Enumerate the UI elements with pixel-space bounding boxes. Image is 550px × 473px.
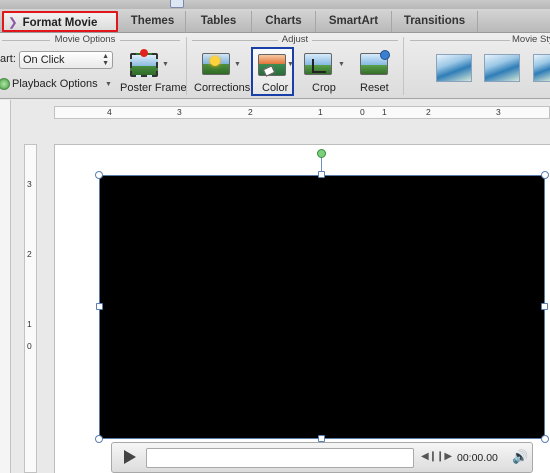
reset-label: Reset — [360, 82, 389, 94]
reset-button[interactable]: Reset — [354, 47, 394, 97]
poster-frame-label: Poster Frame — [120, 82, 187, 94]
crop-button[interactable]: ▼ Crop — [300, 47, 346, 97]
chevron-down-icon[interactable]: ▼ — [338, 61, 345, 68]
movie-style-thumb[interactable] — [436, 54, 472, 82]
playback-options-button[interactable]: Playback Options — [12, 78, 98, 90]
corrections-button[interactable]: ▼ Corrections — [192, 47, 251, 97]
left-pane-edge[interactable] — [0, 100, 11, 473]
resize-handle-bottom-left[interactable] — [95, 435, 103, 443]
ruler-label: 2 — [27, 249, 32, 259]
resize-handle-top-left[interactable] — [95, 171, 103, 179]
toolbar-icon[interactable] — [170, 0, 184, 8]
tab-themes[interactable]: Themes — [120, 11, 186, 32]
tab-label: SmartArt — [328, 15, 379, 27]
group-separator — [403, 37, 404, 95]
play-circle-icon — [0, 78, 10, 90]
ruler-label: 1 — [318, 107, 323, 117]
tab-label: Tables — [200, 15, 237, 27]
ruler-label: 2 — [426, 107, 431, 117]
start-select[interactable]: On Click ▲ ▼ — [19, 51, 113, 69]
tab-label: Charts — [265, 15, 302, 27]
group-title-movie-options: Movie Options — [54, 34, 116, 45]
volume-icon[interactable]: 🔊 — [512, 449, 528, 465]
playback-time: 00:00.00 — [457, 452, 498, 464]
horizontal-ruler: 4 3 2 1 0 1 2 3 — [54, 106, 550, 119]
ruler-label: 2 — [248, 107, 253, 117]
movie-style-thumb[interactable] — [533, 54, 550, 82]
group-title-line — [312, 40, 398, 41]
crop-label: Crop — [312, 82, 336, 94]
ruler-label: 1 — [382, 107, 387, 117]
pin-icon — [140, 49, 148, 57]
group-title-line — [192, 40, 278, 41]
ruler-label: 3 — [27, 179, 32, 189]
tab-format-movie[interactable]: ❯ Format Movie — [2, 11, 118, 32]
chevron-down-icon[interactable]: ▼ — [287, 61, 294, 68]
tab-smartart[interactable]: SmartArt — [316, 11, 392, 32]
color-button[interactable]: ▼ Color — [251, 47, 294, 96]
group-title-adjust: Adjust — [281, 34, 309, 45]
group-title-line — [410, 40, 510, 41]
corrections-label: Corrections — [194, 82, 251, 94]
tab-label: Themes — [130, 15, 175, 27]
movie-frame[interactable] — [99, 175, 545, 439]
tab-charts[interactable]: Charts — [252, 11, 316, 32]
window-toolbar-strip — [0, 0, 550, 9]
tab-tables[interactable]: Tables — [186, 11, 252, 32]
scrub-bar[interactable] — [146, 448, 414, 468]
resize-handle-right[interactable] — [541, 303, 548, 310]
ruler-label: 0 — [360, 107, 365, 117]
chevron-down-icon[interactable]: ▼ — [105, 81, 112, 88]
group-title-line — [2, 40, 50, 41]
resize-handle-left[interactable] — [96, 303, 103, 310]
chevron-right-icon: ❯ — [8, 17, 18, 29]
tab-label: Format Movie — [22, 17, 98, 29]
color-label: Color — [262, 82, 289, 94]
movie-control-bar: ◀❙ ❙▶ 00:00.00 🔊 — [111, 442, 533, 473]
resize-handle-top[interactable] — [318, 171, 325, 178]
rotation-handle[interactable] — [317, 149, 326, 158]
ruler-label: 4 — [107, 107, 112, 117]
crop-marks-icon — [312, 59, 326, 73]
ruler-label: 1 — [27, 319, 32, 329]
tab-transitions[interactable]: Transitions — [392, 11, 478, 32]
group-separator — [186, 37, 187, 95]
movie-style-thumb[interactable] — [484, 54, 520, 82]
seek-forward-icon[interactable]: ❙▶ — [436, 451, 452, 462]
resize-handle-bottom[interactable] — [318, 435, 325, 442]
start-label: art: — [0, 53, 16, 65]
resize-handle-bottom-right[interactable] — [541, 435, 549, 443]
sun-icon — [210, 56, 220, 66]
vertical-ruler: 3 2 1 0 — [24, 144, 37, 473]
chevron-down-icon[interactable]: ▼ — [162, 61, 169, 68]
resize-handle-top-right[interactable] — [541, 171, 549, 179]
chevron-down-icon[interactable]: ▼ — [234, 61, 241, 68]
ruler-label: 3 — [177, 107, 182, 117]
ruler-label: 0 — [27, 341, 32, 351]
tab-label: Transitions — [403, 15, 466, 27]
ribbon-tab-bar: ❯ Format Movie Themes Tables Charts Smar… — [0, 9, 550, 33]
ruler-label: 3 — [496, 107, 501, 117]
poster-frame-button[interactable]: ▼ Poster Frame — [118, 47, 187, 97]
start-select-value: On Click — [23, 54, 65, 66]
seek-back-icon[interactable]: ◀❙ — [421, 451, 437, 462]
refresh-badge-icon — [380, 50, 390, 60]
group-title-movie-styles: Movie Sty — [512, 34, 550, 45]
play-icon[interactable] — [124, 450, 136, 464]
group-title-line — [120, 40, 180, 41]
stepper-arrows-icon: ▲ ▼ — [102, 53, 109, 67]
